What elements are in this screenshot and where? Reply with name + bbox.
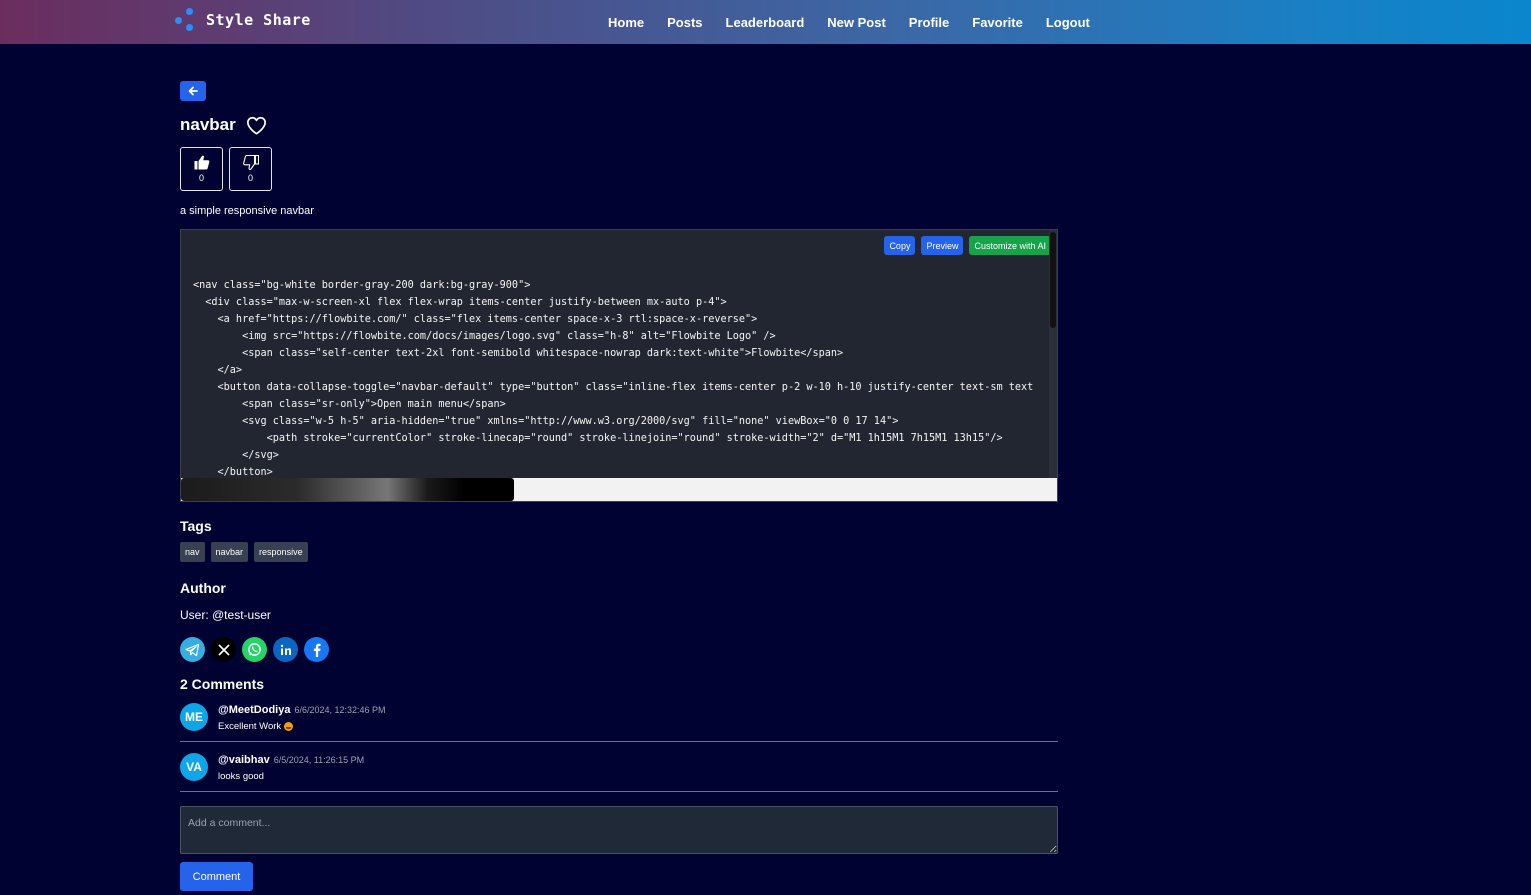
code-line: <div class="max-w-screen-xl flex flex-wr…	[193, 297, 727, 308]
code-block[interactable]: Copy Preview Customize with AI <nav clas…	[180, 229, 1058, 502]
code-line: <svg class="w-5 h-5" aria-hidden="true" …	[193, 416, 899, 427]
code-content: <nav class="bg-white border-gray-200 dar…	[193, 277, 1033, 481]
favorite-button[interactable]	[246, 116, 267, 135]
preview-button[interactable]: Preview	[921, 236, 964, 255]
code-line: <a href="https://flowbite.com/" class="f…	[193, 314, 758, 325]
horizontal-scrollbar[interactable]	[181, 478, 1057, 501]
thumbs-up-icon	[194, 155, 209, 170]
code-line: <nav class="bg-white border-gray-200 dar…	[193, 280, 531, 291]
nav-links: Home Posts Leaderboard New Post Profile …	[600, 15, 1113, 30]
nav-logout[interactable]: Logout	[1046, 15, 1090, 30]
author-line: User: @test-user	[180, 608, 271, 622]
post-detail: navbar 0 0 a simple responsive navbar Co…	[180, 81, 1058, 891]
comment-user[interactable]: @MeetDodiya	[218, 704, 290, 716]
nav-profile[interactable]: Profile	[909, 15, 949, 30]
comment-user[interactable]: @vaibhav	[218, 754, 270, 766]
top-navbar: Style Share Home Posts Leaderboard New P…	[0, 0, 1531, 44]
comment-time: 6/6/2024, 12:32:46 PM	[294, 705, 386, 715]
nav-posts[interactable]: Posts	[667, 15, 702, 30]
nav-favorite[interactable]: Favorite	[972, 15, 1023, 30]
code-line: </svg>	[193, 450, 279, 461]
comment-item: ME @MeetDodiya 6/6/2024, 12:32:46 PM Exc…	[180, 692, 1058, 742]
avatar: ME	[180, 703, 208, 731]
share-nodes-icon	[174, 8, 198, 32]
code-line: <span class="self-center text-2xl font-s…	[193, 348, 844, 359]
grinning-emoji-icon	[284, 722, 294, 731]
comment-text: Excellent Work	[218, 721, 282, 732]
code-line: <button data-collapse-toggle="navbar-def…	[193, 382, 1034, 393]
code-line: <span class="sr-only">Open main menu</sp…	[193, 399, 506, 410]
heart-outline-icon	[246, 116, 266, 135]
post-title: navbar	[180, 115, 236, 134]
copy-button[interactable]: Copy	[884, 236, 916, 255]
upvote-count: 0	[198, 173, 204, 183]
comment-time: 6/5/2024, 11:26:15 PM	[273, 755, 365, 765]
tag-nav[interactable]: nav	[180, 542, 205, 562]
nav-home[interactable]: Home	[608, 15, 644, 30]
upvote-button[interactable]: 0	[180, 147, 223, 191]
vertical-scroll-thumb[interactable]	[1050, 232, 1056, 328]
vote-row: 0 0	[180, 147, 1058, 191]
avatar: VA	[180, 753, 208, 781]
downvote-count: 0	[247, 173, 253, 183]
title-row: navbar	[180, 115, 1058, 135]
comment-text: looks good	[218, 771, 264, 782]
back-button[interactable]	[180, 81, 206, 101]
customize-ai-button[interactable]: Customize with AI	[969, 236, 1051, 255]
post-description: a simple responsive navbar	[180, 205, 314, 217]
vertical-scrollbar[interactable]	[1049, 230, 1057, 480]
comments-heading: 2 Comments	[180, 676, 265, 692]
linkedin-icon[interactable]	[273, 637, 298, 662]
horizontal-scroll-thumb[interactable]	[181, 478, 514, 501]
code-line: <path stroke="currentColor" stroke-linec…	[193, 433, 1003, 444]
facebook-icon[interactable]	[304, 637, 329, 662]
share-buttons	[180, 637, 1058, 662]
downvote-button[interactable]: 0	[229, 147, 272, 191]
tag-navbar[interactable]: navbar	[210, 542, 249, 562]
x-twitter-icon[interactable]	[211, 637, 236, 662]
thumbs-down-icon	[242, 155, 259, 170]
comment-submit-button[interactable]: Comment	[180, 862, 253, 891]
brand[interactable]: Style Share	[174, 8, 311, 32]
telegram-icon[interactable]	[180, 637, 205, 662]
comment-input[interactable]	[180, 806, 1058, 854]
nav-new-post[interactable]: New Post	[827, 15, 886, 30]
code-line: </a>	[193, 365, 243, 376]
author-heading: Author	[180, 580, 226, 596]
arrow-left-icon	[188, 86, 198, 96]
tag-list: nav navbar responsive	[180, 542, 1058, 562]
whatsapp-icon[interactable]	[242, 637, 267, 662]
tag-responsive[interactable]: responsive	[254, 542, 308, 562]
nav-leaderboard[interactable]: Leaderboard	[726, 15, 805, 30]
code-line: <img src="https://flowbite.com/docs/imag…	[193, 331, 776, 342]
tags-heading: Tags	[180, 518, 212, 534]
code-actions: Copy Preview Customize with AI	[884, 236, 1051, 255]
brand-name: Style Share	[206, 11, 311, 29]
comment-item: VA @vaibhav 6/5/2024, 11:26:15 PM looks …	[180, 742, 1058, 792]
